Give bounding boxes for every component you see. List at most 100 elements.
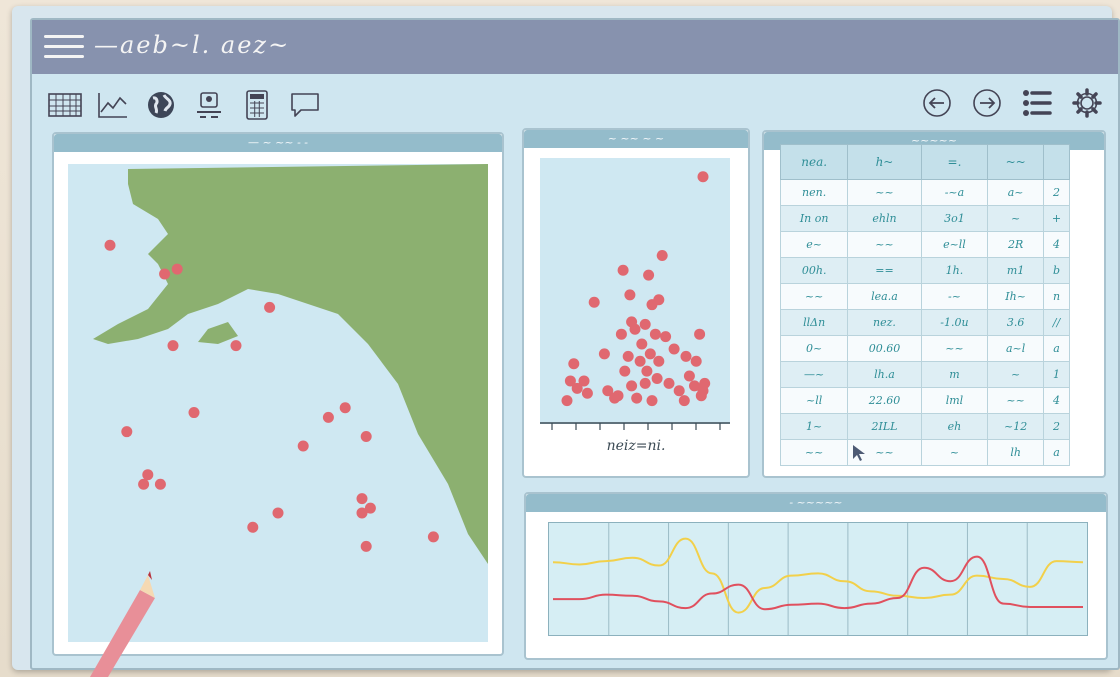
map-point[interactable] <box>272 507 284 519</box>
scatter-point[interactable] <box>660 331 672 343</box>
gear-icon[interactable] <box>1068 86 1106 120</box>
map-point[interactable] <box>322 411 334 423</box>
map-point[interactable] <box>339 402 351 414</box>
scatter-point[interactable] <box>568 358 580 370</box>
scatter-point[interactable] <box>641 365 653 377</box>
scatter-point[interactable] <box>598 348 610 360</box>
map-point[interactable] <box>121 426 133 438</box>
table-header-cell[interactable]: h~ <box>847 144 922 180</box>
menu-icon[interactable] <box>44 35 84 61</box>
table-header-cell[interactable]: ~~ <box>987 144 1044 180</box>
scatter-point[interactable] <box>629 323 641 335</box>
scatter-point[interactable] <box>561 395 573 407</box>
map-point[interactable] <box>427 531 439 543</box>
scatter-point[interactable] <box>639 318 651 330</box>
scatter-point[interactable] <box>680 350 692 362</box>
map-point[interactable] <box>154 478 166 490</box>
table-row[interactable]: —~ lh.a m ~1 <box>779 361 1070 388</box>
scatter-point[interactable] <box>634 355 646 367</box>
scatter-point[interactable] <box>653 294 665 306</box>
table-icon[interactable] <box>46 88 84 122</box>
scatter-plot[interactable] <box>540 158 730 430</box>
map-point[interactable] <box>138 478 150 490</box>
table-row[interactable]: nen. ~~ -~a a~ 2 <box>779 179 1070 206</box>
scatter-point[interactable] <box>653 355 665 367</box>
line-series-1[interactable] <box>552 537 1084 614</box>
table-row[interactable]: 00h. == 1h. m1 b <box>779 257 1070 284</box>
scatter-point[interactable] <box>668 343 680 355</box>
scatter-point[interactable] <box>615 328 627 340</box>
table-row[interactable]: e~ ~~ e~ll 2R 4 <box>779 231 1070 258</box>
map-point[interactable] <box>356 493 368 505</box>
scatter-point[interactable] <box>656 249 668 261</box>
table-row[interactable]: ~~ ~~ ~ lh a <box>779 439 1070 466</box>
scatter-point[interactable] <box>695 390 707 402</box>
scatter-point[interactable] <box>651 372 663 384</box>
scatter-point[interactable] <box>636 338 648 350</box>
map-point[interactable] <box>247 521 259 533</box>
map-point[interactable] <box>142 469 154 481</box>
forward-icon[interactable] <box>968 86 1006 120</box>
scatter-point[interactable] <box>690 355 702 367</box>
scatter-point[interactable] <box>678 395 690 407</box>
map-point[interactable] <box>230 340 242 352</box>
table-header-cell[interactable]: =. <box>920 144 989 180</box>
scatter-point[interactable] <box>631 392 643 404</box>
line-panel: - ~~~~~ <box>524 492 1108 660</box>
table-row[interactable]: 1~ 2ILL eh ~12 2 <box>779 413 1070 440</box>
line-series-2[interactable] <box>553 555 1083 611</box>
table-cell: m <box>920 361 989 388</box>
scatter-point[interactable] <box>663 377 675 389</box>
table-cell: 00.60 <box>847 335 922 362</box>
scatter-point[interactable] <box>619 365 631 377</box>
chat-icon[interactable] <box>286 88 324 122</box>
table-row[interactable]: llΔn nez. -1.0u 3.6// <box>779 309 1070 336</box>
left-toolbar <box>46 86 324 124</box>
list-icon[interactable] <box>1018 86 1056 120</box>
scatter-point[interactable] <box>571 382 583 394</box>
map-point[interactable] <box>264 301 276 313</box>
map-point[interactable] <box>360 430 372 442</box>
map-point[interactable] <box>297 440 309 452</box>
scatter-point[interactable] <box>694 328 706 340</box>
scatter-point[interactable] <box>649 328 661 340</box>
map-point[interactable] <box>171 263 183 275</box>
scatter-point[interactable] <box>683 370 695 382</box>
scatter-point[interactable] <box>673 385 685 397</box>
map-point[interactable] <box>360 540 372 552</box>
back-icon[interactable] <box>918 86 956 120</box>
scatter-point[interactable] <box>639 377 651 389</box>
cursor-icon <box>852 444 866 466</box>
table-row[interactable]: ~ll 22.60 lml ~~ 4 <box>779 387 1070 414</box>
scatter-point[interactable] <box>617 264 629 276</box>
scatter-point[interactable] <box>643 269 655 281</box>
map-point[interactable] <box>356 507 368 519</box>
user-desk-icon[interactable] <box>190 88 228 122</box>
table-cell: eh <box>920 413 989 440</box>
globe-icon[interactable] <box>142 88 180 122</box>
table-row[interactable]: ~~ lea.a -~ Ih~ n <box>779 283 1070 310</box>
scatter-point[interactable] <box>699 377 711 389</box>
scatter-point[interactable] <box>646 395 658 407</box>
map-point[interactable] <box>159 268 171 280</box>
line-chart-icon[interactable] <box>94 88 132 122</box>
scatter-point[interactable] <box>622 350 634 362</box>
table-panel: ~~~~~ nea. h~ =. ~~ nen. ~~ -~a a~ 2 In on ehln 3o… <box>762 130 1106 478</box>
table-row[interactable]: 0~ 00.60 ~~ a~l a <box>779 335 1070 362</box>
calculator-icon[interactable] <box>238 88 276 122</box>
scatter-point[interactable] <box>626 380 638 392</box>
line-chart[interactable] <box>548 522 1088 636</box>
scatter-point[interactable] <box>588 296 600 308</box>
scatter-point[interactable] <box>697 171 709 183</box>
table-cell: 1~ <box>779 413 849 440</box>
table-header-cell[interactable]: nea. <box>779 144 849 180</box>
map-point[interactable] <box>188 407 200 419</box>
scatter-point[interactable] <box>624 289 636 301</box>
scatter-point[interactable] <box>609 392 621 404</box>
map-point[interactable] <box>104 239 116 251</box>
scatter-point[interactable] <box>581 387 593 399</box>
map-point[interactable] <box>167 340 179 352</box>
table-cell: —~ <box>779 361 849 388</box>
table-row[interactable]: In on ehln 3o1 ~ + <box>779 205 1070 232</box>
scatter-point[interactable] <box>644 348 656 360</box>
